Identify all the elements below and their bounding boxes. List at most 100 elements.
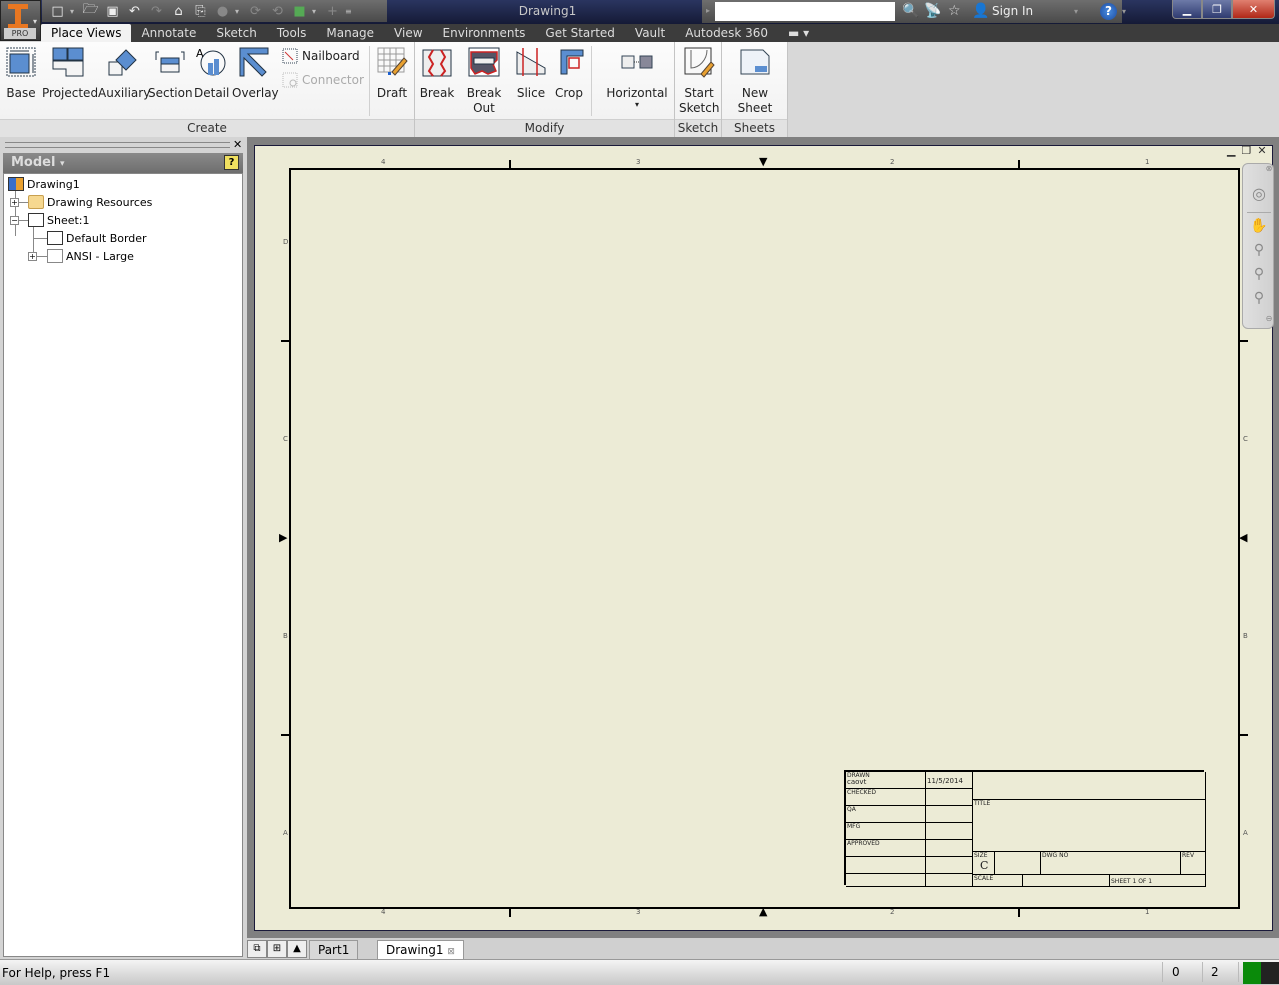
- chevron-down-icon[interactable]: ▾: [70, 7, 78, 16]
- tree-item-title-block[interactable]: ANSI - Large: [47, 247, 134, 265]
- search-icon[interactable]: 🔍: [902, 3, 919, 19]
- update-icon[interactable]: ⟳: [246, 2, 265, 20]
- help-icon[interactable]: ?: [224, 155, 239, 170]
- application-menu-button[interactable]: ▾ PRO: [0, 0, 41, 41]
- close-button[interactable]: ✕: [1232, 0, 1275, 19]
- expand-icon[interactable]: +: [10, 198, 19, 207]
- tab-place-views[interactable]: Place Views: [41, 24, 132, 42]
- tab-tools[interactable]: Tools: [267, 24, 317, 42]
- home-icon[interactable]: ⌂: [169, 2, 188, 20]
- tab-sketch[interactable]: Sketch: [206, 24, 266, 42]
- nailboard-button[interactable]: Nailboard: [282, 48, 360, 64]
- zone-label-right: C: [1243, 435, 1248, 443]
- browser-grip[interactable]: [5, 142, 230, 148]
- expand-icon[interactable]: +: [28, 252, 37, 261]
- detail-view-button[interactable]: A Detail: [194, 46, 229, 101]
- tree-item-default-border[interactable]: Default Border: [47, 229, 147, 247]
- zoom-icon[interactable]: ⚲: [1249, 242, 1269, 262]
- divider: [1202, 962, 1203, 982]
- base-view-button[interactable]: Base: [4, 46, 38, 101]
- zone-label-bottom: 1: [1145, 908, 1150, 916]
- print-icon[interactable]: ⎘: [191, 2, 210, 20]
- subscription-icon[interactable]: 📡: [924, 3, 941, 19]
- pan-icon[interactable]: ✋: [1249, 218, 1269, 238]
- help-icon[interactable]: ?: [1100, 3, 1117, 20]
- zoom-window-icon[interactable]: ⚲: [1249, 290, 1269, 310]
- tab-view[interactable]: View: [384, 24, 432, 42]
- size-cell: SIZE C: [973, 852, 995, 875]
- ribbon-display-options-icon[interactable]: ▬ ▾: [778, 24, 819, 42]
- auxiliary-view-button[interactable]: Auxiliary: [98, 46, 150, 101]
- panel-sketch: Start Sketch Sketch: [675, 42, 722, 137]
- infocenter: ▸ 🔍 📡 ☆ 👤 Sign In ▾ ? ▾: [702, 0, 1126, 23]
- panel-modify: Break Break Out Slice Crop Horizontal ▾ …: [415, 42, 675, 137]
- overlay-view-button[interactable]: Overlay: [232, 46, 279, 101]
- break-out-label: Break Out: [466, 86, 502, 115]
- drawing-sheet[interactable]: 4 3 2 1 4 3 2 1 D C B A D C B A: [254, 145, 1273, 931]
- nailboard-icon: [282, 48, 298, 64]
- panel-label-sheets: Sheets: [722, 119, 787, 137]
- appearance-icon[interactable]: ■: [290, 2, 309, 20]
- tile-windows-icon[interactable]: ⊞: [267, 940, 287, 958]
- chevron-down-icon[interactable]: ▾: [235, 7, 243, 16]
- add-icon[interactable]: +: [323, 2, 342, 20]
- tree-item-sheet[interactable]: Sheet:1: [28, 211, 90, 229]
- favorites-star-icon[interactable]: ☆: [948, 3, 961, 19]
- tree-item-drawing-resources[interactable]: Drawing Resources: [28, 193, 152, 211]
- chevron-down-icon[interactable]: ▾: [1122, 7, 1126, 16]
- customize-icon[interactable]: ⊖: [1265, 314, 1273, 334]
- cascade-windows-icon[interactable]: ⧉: [247, 940, 267, 958]
- chevron-down-icon[interactable]: ▾: [312, 7, 320, 16]
- close-icon[interactable]: ✕: [233, 138, 242, 151]
- horizontal-align-dropdown[interactable]: Horizontal ▾: [605, 46, 669, 109]
- browser-header[interactable]: Model ▾ ?: [3, 153, 243, 173]
- doc-tab-drawing1[interactable]: Drawing1 ⊠: [377, 940, 464, 959]
- break-button[interactable]: Break: [419, 46, 455, 101]
- minimize-icon[interactable]: ▁: [1227, 144, 1235, 157]
- sign-in-button[interactable]: Sign In: [992, 4, 1033, 18]
- restore-icon[interactable]: ❐: [1241, 144, 1251, 157]
- title-block-icon: [47, 249, 63, 263]
- close-icon[interactable]: ⊠: [447, 947, 455, 957]
- tab-annotate[interactable]: Annotate: [131, 24, 206, 42]
- update-all-icon[interactable]: ⟲: [268, 2, 287, 20]
- horizontal-align-icon: [621, 55, 653, 69]
- tab-environments[interactable]: Environments: [433, 24, 536, 42]
- browser-title: Model: [11, 155, 56, 170]
- open-icon[interactable]: 🗁: [81, 2, 100, 20]
- auxiliary-label: Auxiliary: [98, 86, 151, 100]
- search-input[interactable]: [715, 2, 895, 21]
- section-view-button[interactable]: Section: [148, 46, 193, 101]
- chevron-down-icon[interactable]: ▾: [1074, 7, 1078, 16]
- break-out-button[interactable]: Break Out: [457, 46, 511, 116]
- start-sketch-button[interactable]: Start Sketch: [679, 46, 719, 116]
- open-documents-icon[interactable]: ▲: [287, 940, 307, 958]
- tab-manage[interactable]: Manage: [316, 24, 384, 42]
- new-icon[interactable]: □: [48, 2, 67, 20]
- restore-button[interactable]: ❐: [1202, 0, 1232, 19]
- customize-icon[interactable]: ≡: [345, 7, 353, 16]
- projected-view-button[interactable]: Projected: [42, 46, 98, 101]
- minimize-button[interactable]: ▁: [1172, 0, 1202, 19]
- draft-view-button[interactable]: Draft: [374, 46, 410, 101]
- collapse-icon[interactable]: −: [10, 216, 19, 225]
- steering-wheel-2d-icon[interactable]: ◎: [1249, 184, 1269, 204]
- redo-icon[interactable]: ↷: [147, 2, 166, 20]
- new-sheet-button[interactable]: New Sheet: [725, 46, 785, 116]
- tab-get-started[interactable]: Get Started: [535, 24, 625, 42]
- tab-vault[interactable]: Vault: [625, 24, 675, 42]
- slice-button[interactable]: Slice: [513, 46, 549, 101]
- undo-icon[interactable]: ↶: [125, 2, 144, 20]
- crop-button[interactable]: Crop: [551, 46, 587, 101]
- close-icon[interactable]: ⊗: [1265, 164, 1273, 184]
- select-icon[interactable]: ●: [213, 2, 232, 20]
- doc-tab-part1[interactable]: Part1: [309, 940, 359, 959]
- expand-search-icon[interactable]: ▸: [706, 6, 710, 15]
- new-sheet-icon: [740, 49, 770, 75]
- close-icon[interactable]: ✕: [1257, 144, 1266, 157]
- save-icon[interactable]: ▣: [103, 2, 122, 20]
- tree-item-drawing[interactable]: Drawing1: [8, 175, 80, 193]
- graphics-window[interactable]: 4 3 2 1 4 3 2 1 D C B A D C B A: [247, 137, 1279, 938]
- zoom-all-icon[interactable]: ⚲: [1249, 266, 1269, 286]
- tab-autodesk-360[interactable]: Autodesk 360: [675, 24, 778, 42]
